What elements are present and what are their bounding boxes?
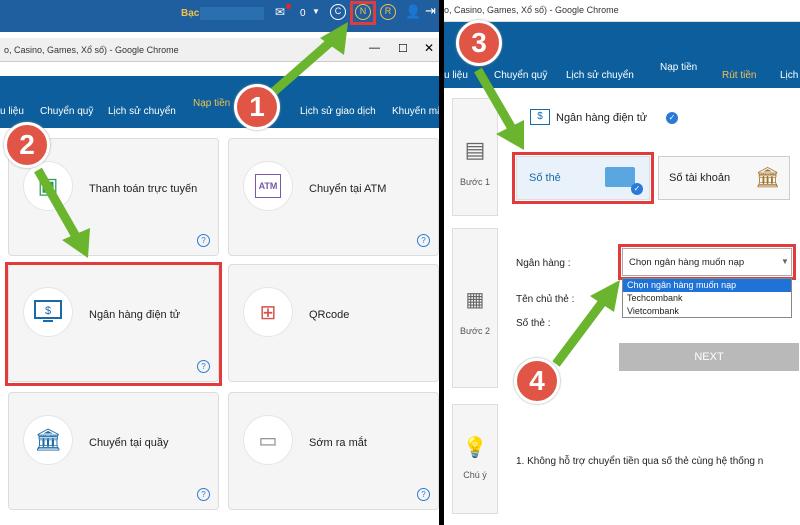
annotation-arrows <box>474 67 620 367</box>
right-panel: o, Casino, Games, Xổ số) - Google Chrome… <box>444 0 800 525</box>
step-marker-2: 2 <box>4 122 50 168</box>
annotation-arrows <box>34 22 348 258</box>
left-panel: Bạc ✉ 0 ▼ C N R 👤 ⇥ o, Casino, Games, Xổ… <box>0 0 439 525</box>
step-marker-1: 1 <box>234 84 280 130</box>
step-marker-3: 3 <box>456 20 502 66</box>
step-marker-4: 4 <box>514 358 560 404</box>
